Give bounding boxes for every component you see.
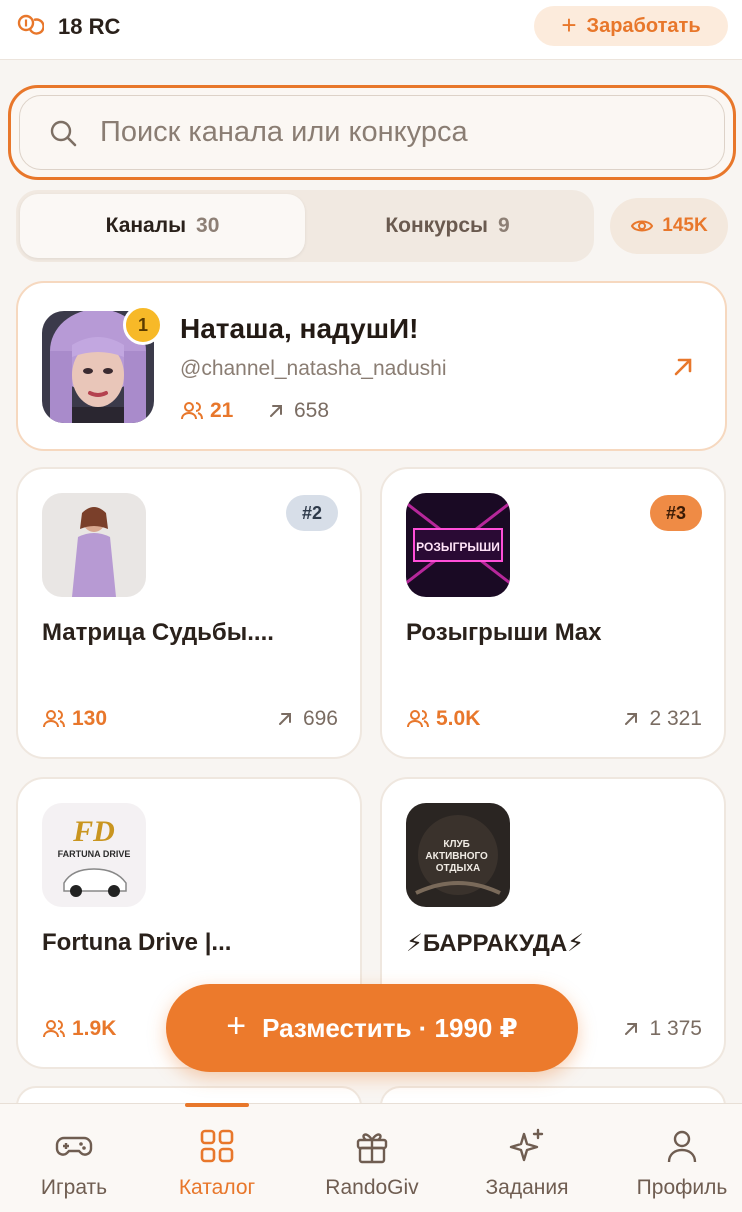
nav-catalog[interactable]: Каталог: [143, 1104, 291, 1212]
arrow-up-right-icon: [270, 405, 282, 417]
channel-title: Наташа, надушИ!: [180, 313, 419, 344]
nav-tasks[interactable]: Задания: [453, 1104, 601, 1212]
subscribers-stat: 5.0K: [406, 707, 480, 731]
nav-label: Каталог: [178, 1176, 256, 1199]
views-count: 145K: [662, 215, 708, 236]
rank-badge: 1: [123, 305, 163, 345]
rank-badge: #2: [286, 495, 338, 531]
nav-label: RandoGiv: [325, 1176, 419, 1199]
shares-stat: 658: [264, 399, 329, 423]
bottom-nav: Играть Каталог RandoGiv Задания Профиль: [0, 1103, 742, 1212]
place-channel-button[interactable]: + Разместить · 1990 ₽: [166, 984, 578, 1072]
balance-amount: 18 RC: [58, 14, 121, 39]
channel-handle: @channel_natasha_nadushi: [180, 357, 447, 380]
channel-name: Розыгрыши Max: [406, 619, 602, 646]
tab-count: 30: [196, 214, 220, 237]
channel-card[interactable]: #2 Матрица Судьбы.... 130 696: [16, 467, 362, 759]
sparkles-icon: [509, 1128, 544, 1162]
grid-icon: [200, 1129, 234, 1163]
eye-icon: [631, 220, 654, 232]
subscribers-stat: 21: [180, 399, 233, 423]
users-icon: [43, 1020, 65, 1038]
active-tab-indicator: [185, 1103, 249, 1107]
shares-count: 658: [294, 399, 330, 422]
subscribers-count: 5.0K: [436, 707, 481, 730]
nav-label: Профиль: [636, 1176, 728, 1199]
shares-count: 696: [302, 707, 338, 730]
subscribers-count: 21: [210, 399, 234, 422]
featured-channel-card[interactable]: 1 Наташа, надушИ! @channel_natasha_nadus…: [16, 281, 727, 451]
nav-randogiv[interactable]: RandoGiv: [298, 1104, 446, 1212]
subscribers-stat: 1.9K: [42, 1017, 116, 1041]
subscribers-count: 130: [72, 707, 108, 730]
users-icon: [181, 402, 203, 420]
plus-icon: +: [561, 9, 577, 40]
shares-stat: 1 375: [619, 1017, 702, 1041]
channel-avatar: [42, 493, 146, 597]
avatar-text: РОЗЫГРЫШИ: [416, 540, 500, 554]
nav-play[interactable]: Играть: [0, 1104, 148, 1212]
coins-icon: [17, 14, 44, 35]
users-icon: [43, 710, 65, 728]
channel-name: Матрица Судьбы....: [42, 619, 274, 646]
user-icon: [667, 1130, 697, 1163]
catalog-tabs: Каналы 30 Конкурсы 9: [16, 190, 594, 262]
channel-avatar: FD FARTUNA DRIVE: [42, 803, 146, 907]
views-badge[interactable]: 145K: [610, 198, 728, 254]
arrow-up-right-icon: [278, 713, 291, 725]
earn-label: Заработать: [586, 14, 701, 37]
balance[interactable]: 18 RC: [16, 12, 120, 42]
channel-avatar: РОЗЫГРЫШИ: [406, 493, 510, 597]
plus-icon: +: [226, 1006, 247, 1045]
shares-count: 2 321: [649, 707, 702, 730]
channel-avatar: КЛУБ АКТИВНОГО ОТДЫХА: [406, 803, 510, 907]
arrow-up-right-icon: [625, 1023, 638, 1035]
search-icon: [50, 120, 77, 146]
rank-badge: #3: [650, 495, 702, 531]
search-input[interactable]: [100, 116, 660, 149]
tab-count: 9: [498, 214, 510, 237]
channel-name: Fortuna Drive |...: [42, 929, 232, 956]
tab-label: Конкурсы: [385, 214, 488, 237]
tab-contests[interactable]: Конкурсы 9: [305, 194, 590, 258]
shares-count: 1 375: [649, 1017, 702, 1040]
search-box[interactable]: [19, 95, 725, 170]
gift-icon: [356, 1133, 388, 1164]
nav-label: Задания: [485, 1176, 569, 1199]
tab-label: Каналы: [105, 214, 187, 237]
nav-label: Играть: [40, 1176, 108, 1199]
subscribers-count: 1.9K: [72, 1017, 117, 1040]
shares-stat: 2 321: [619, 707, 702, 731]
arrow-up-right-icon: [625, 713, 638, 725]
shares-stat: 696: [273, 707, 338, 731]
channel-name: ⚡БАРРАКУДА⚡: [406, 930, 584, 957]
subscribers-stat: 130: [42, 707, 107, 731]
cta-label: Разместить · 1990 ₽: [262, 1012, 518, 1043]
tab-channels[interactable]: Каналы 30: [20, 194, 305, 258]
open-link-icon[interactable]: [671, 355, 695, 379]
users-icon: [407, 710, 429, 728]
top-bar: 18 RC + Заработать: [0, 0, 742, 60]
avatar-text: FD: [72, 815, 115, 848]
nav-profile[interactable]: Профиль: [608, 1104, 742, 1212]
avatar-subtext: FARTUNA DRIVE: [58, 849, 131, 859]
channel-card[interactable]: РОЗЫГРЫШИ #3 Розыгрыши Max 5.0K 2 321: [380, 467, 726, 759]
earn-button[interactable]: + Заработать: [534, 6, 728, 46]
search-container: [8, 85, 736, 180]
gamepad-icon: [55, 1136, 93, 1156]
